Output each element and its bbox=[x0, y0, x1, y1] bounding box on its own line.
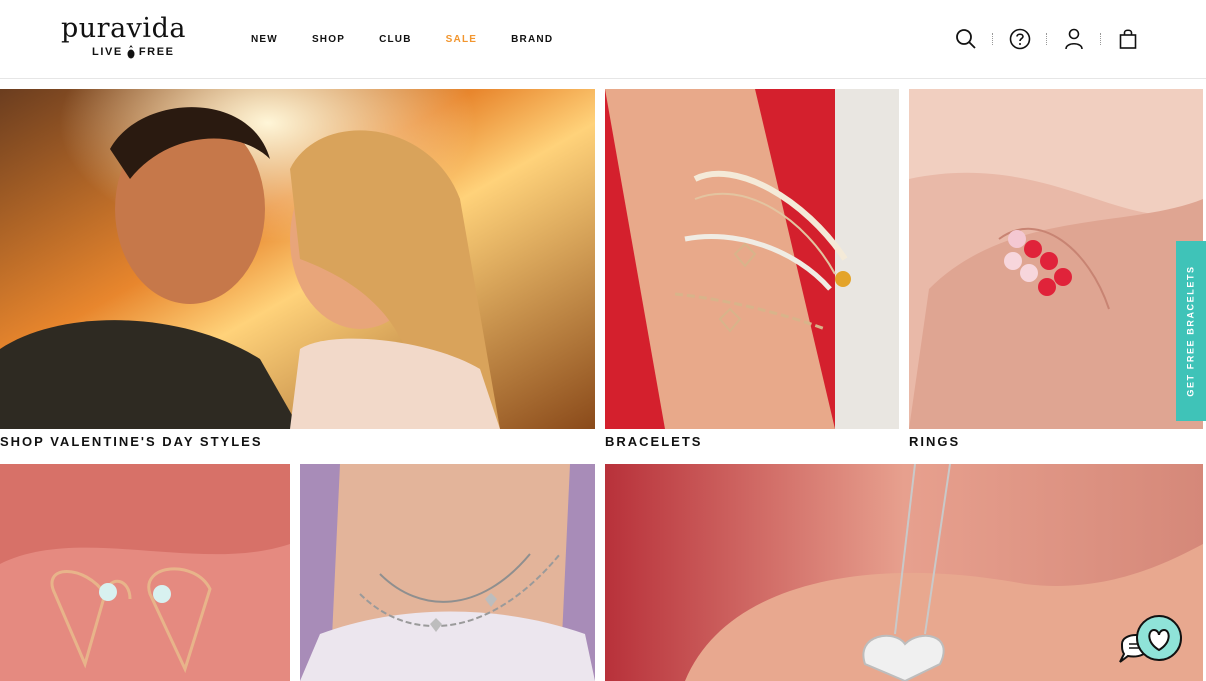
header-icons bbox=[954, 27, 1140, 51]
nav-brand[interactable]: BRAND bbox=[511, 34, 553, 45]
brand-tagline: LIVE FREE bbox=[92, 45, 175, 59]
help-icon[interactable] bbox=[1008, 27, 1032, 51]
tile-valentines-caption[interactable]: SHOP VALENTINE'S DAY STYLES bbox=[0, 434, 263, 449]
divider bbox=[1100, 33, 1102, 45]
nav-new[interactable]: NEW bbox=[251, 34, 278, 45]
tile-rings-image[interactable] bbox=[909, 89, 1203, 429]
chat-widget-button[interactable] bbox=[1116, 614, 1188, 674]
tile-earrings-image[interactable] bbox=[0, 464, 290, 681]
tagline-live: LIVE bbox=[92, 46, 123, 58]
site-header: puravida LIVE FREE NEW SHOP CLUB SALE BR… bbox=[0, 0, 1206, 79]
tile-necklaces-image[interactable] bbox=[300, 464, 595, 681]
nav-shop[interactable]: SHOP bbox=[312, 34, 345, 45]
brand-name: puravida bbox=[61, 13, 186, 44]
nav-club[interactable]: CLUB bbox=[379, 34, 412, 45]
side-tab-label: GET FREE BRACELETS bbox=[1186, 265, 1196, 397]
tile-pendants-image[interactable] bbox=[605, 464, 1203, 681]
get-free-bracelets-tab[interactable]: GET FREE BRACELETS bbox=[1176, 241, 1206, 421]
tile-valentines-image[interactable] bbox=[0, 89, 595, 429]
account-icon[interactable] bbox=[1062, 27, 1086, 51]
divider bbox=[992, 33, 994, 45]
chat-heart-icon bbox=[1119, 615, 1182, 663]
tagline-free: FREE bbox=[138, 46, 175, 58]
bag-icon[interactable] bbox=[1116, 27, 1140, 51]
main-nav: NEW SHOP CLUB SALE BRAND bbox=[251, 34, 587, 45]
divider bbox=[1046, 33, 1048, 45]
brand-logo[interactable]: puravida LIVE FREE bbox=[61, 14, 203, 64]
pineapple-icon bbox=[127, 45, 135, 59]
tile-bracelets-caption[interactable]: BRACELETS bbox=[605, 434, 702, 449]
tile-rings-caption[interactable]: RINGS bbox=[909, 434, 960, 449]
search-icon[interactable] bbox=[954, 27, 978, 51]
tile-bracelets-image[interactable] bbox=[605, 89, 899, 429]
nav-sale[interactable]: SALE bbox=[446, 34, 477, 45]
